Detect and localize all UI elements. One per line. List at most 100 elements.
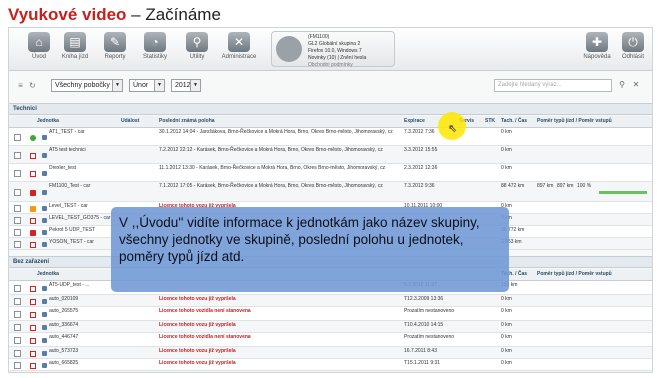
column-pomer[interactable]: Poměr typů jízd / Poměr vstupů [537, 269, 652, 280]
sort-icon[interactable]: ≡ [15, 80, 26, 91]
table-row[interactable]: auto_573723 Licence tohoto vozu již vyprš… [9, 347, 652, 359]
expiration: Prozatím nestanoveno [404, 308, 455, 314]
unit-name[interactable]: auto_665825 [49, 359, 119, 370]
row-checkbox[interactable] [14, 228, 21, 236]
user-group: GL2 Globální skupina 2 [308, 41, 361, 47]
toolbar-uvod-button[interactable]: ⌂ Úvod [19, 31, 59, 69]
status-indicator [30, 170, 36, 177]
toolbar-reporty-button[interactable]: ✎ Reporty [95, 31, 135, 69]
search-icon[interactable]: ⚲ [616, 79, 628, 91]
toolbar-napoveda-button[interactable]: ✚ Nápověda [577, 31, 617, 69]
column-posledni-poloha[interactable]: Poslední známá poloha [159, 116, 359, 127]
branch-select[interactable]: Všechny pobočky ▼ [51, 79, 123, 92]
month-select[interactable]: Únor ▼ [129, 79, 165, 92]
toolbar-odhlasit-button[interactable]: ⏻ Odhlásit [613, 31, 652, 69]
toolbar-statistiky-label: Statistiky [142, 54, 167, 60]
column-jednotka[interactable]: Jednotka [37, 269, 117, 280]
ratio-1 [537, 202, 555, 213]
ratio-1 [537, 214, 555, 225]
ratio-2 [557, 238, 575, 249]
unit-name[interactable]: FM1100_Test - car [49, 182, 119, 201]
row-checkbox[interactable] [14, 216, 21, 224]
unit-name[interactable]: AT5 test technici [49, 146, 119, 163]
last-position: 7.2.2012 22:12 - Karásek, Brno-Řečkovice… [159, 147, 383, 153]
column-jednotka[interactable]: Jednotka [37, 116, 117, 127]
expiration: 7.3.2012 9:36 [404, 183, 435, 189]
search-input[interactable]: Zadejte hledaný výraz... [494, 79, 612, 92]
unit-name[interactable]: Level_TEST - car [49, 202, 119, 213]
toolbar-kniha-jizd-button[interactable]: ▤ Kniha jízd [55, 31, 95, 69]
table-row[interactable]: auto_020109 Licence tohoto vozu již vyprš… [9, 295, 652, 307]
table-row[interactable]: auto_446747 Licence tohoto vozidla není s… [9, 333, 652, 347]
refresh-icon[interactable]: ↻ [27, 80, 38, 91]
group-header-technici[interactable]: Technici [9, 103, 652, 115]
row-checkbox[interactable] [14, 169, 21, 177]
main-toolbar: ⌂ Úvod ▤ Kniha jízd ✎ Reporty ◔ Statisti… [9, 28, 652, 71]
ratio-2 [557, 164, 575, 181]
ratio-1 [537, 238, 555, 249]
table-row[interactable]: AT1_TEST - car 30.1.2012 14:04 - Jarošáko… [9, 128, 652, 146]
row-checkbox[interactable] [14, 323, 21, 331]
chevron-down-icon: ▼ [190, 80, 200, 91]
expiration: 2.3.2012 12:36 [404, 165, 438, 171]
row-checkbox[interactable] [14, 151, 21, 159]
user-news-link[interactable]: Novinky (10) | Znění hesla [308, 55, 366, 61]
row-checkbox[interactable] [14, 204, 21, 212]
unit-name[interactable]: YOSON_TEST - car [49, 238, 119, 249]
toolbar-utility-button[interactable]: ⚲ Utility [177, 31, 217, 69]
expiration: T12.3.2009 13:36 [404, 296, 444, 302]
car-icon [42, 134, 47, 140]
row-checkbox[interactable] [14, 297, 21, 305]
car-icon [42, 311, 47, 317]
car-icon [42, 350, 47, 356]
table-row[interactable]: auto_665825 Licence tohoto vozu již vyprš… [9, 359, 652, 371]
video-title-main: Vyukové video [8, 5, 127, 24]
year-select[interactable]: 2012 ▼ [171, 79, 201, 92]
row-checkbox[interactable] [14, 284, 21, 292]
expiration: 16.7.2011 8:43 [404, 348, 437, 354]
table-header: Jednotka Událost Poslední známá poloha E… [9, 116, 652, 128]
toolbar-statistiky-button[interactable]: ◔ Statistiky [135, 31, 175, 69]
table-row[interactable]: auto_265575 Licence tohoto vozidla není s… [9, 307, 652, 321]
unit-name[interactable]: auto_573723 [49, 347, 119, 358]
ratio-2 [557, 202, 575, 213]
user-info-box[interactable]: (FM1100) GL2 Globální skupina 2 Firefox … [271, 31, 395, 68]
unit-name[interactable]: Pekrot 5 UDP_TEST [49, 226, 119, 237]
row-checkbox[interactable] [14, 133, 21, 141]
row-checkbox[interactable] [14, 361, 21, 369]
status-indicator [30, 241, 36, 248]
row-checkbox[interactable] [14, 349, 21, 357]
unit-name[interactable]: auto_020109 [49, 295, 119, 306]
car-icon [42, 205, 47, 211]
unit-name[interactable]: AT1_TEST - car [49, 128, 119, 145]
column-pomer[interactable]: Poměr typů jízd / Poměr vstupů [537, 116, 652, 127]
status-indicator [30, 152, 36, 159]
table-row[interactable]: FM1100_Test - car 7.1.2012 17:05 - Karáse… [9, 182, 652, 202]
unit-name[interactable]: auto_265575 [49, 307, 119, 320]
unit-name[interactable]: auto_336674 [49, 321, 119, 332]
row-checkbox[interactable] [14, 188, 21, 196]
user-terms-link[interactable]: Obchodní podmínky [308, 62, 353, 68]
toolbar-utility-label: Utility [189, 54, 205, 60]
row-checkbox[interactable] [14, 310, 21, 318]
row-checkbox[interactable] [14, 240, 21, 248]
tachometer: 0 km [501, 322, 512, 328]
book-icon: ▤ [64, 32, 86, 52]
video-title: Vyukové video – Začínáme [8, 4, 221, 26]
column-tach[interactable]: Tach. / Čas [501, 116, 533, 127]
table-row[interactable]: AT5 test technici 7.2.2012 22:12 - Karáse… [9, 146, 652, 164]
tutorial-caption: V ,,Úvodu'' vidíte informace k jednotkám… [111, 207, 509, 292]
row-checkbox[interactable] [14, 336, 21, 344]
toolbar-administrace-button[interactable]: ✕ Administrace [219, 31, 259, 69]
table-row[interactable]: Drexler_test 11.1.2012 13:30 - Karásek, B… [9, 164, 652, 182]
ratio-3: 100 % [577, 183, 592, 189]
year-select-value: 2012 [175, 82, 191, 89]
unit-name[interactable]: AT5-UDP_test - ... [49, 281, 119, 294]
close-icon[interactable]: ✕ [630, 79, 642, 91]
unit-name[interactable]: auto_446747 [49, 333, 119, 346]
column-udalost[interactable]: Událost [121, 116, 161, 127]
column-stk[interactable]: STK [485, 116, 499, 127]
unit-name[interactable]: LEVEL_TEST_GO375 - car [49, 214, 119, 225]
unit-name[interactable]: Drexler_test [49, 164, 119, 181]
table-row[interactable]: auto_336674 Licence tohoto vozu již vyprš… [9, 321, 652, 333]
